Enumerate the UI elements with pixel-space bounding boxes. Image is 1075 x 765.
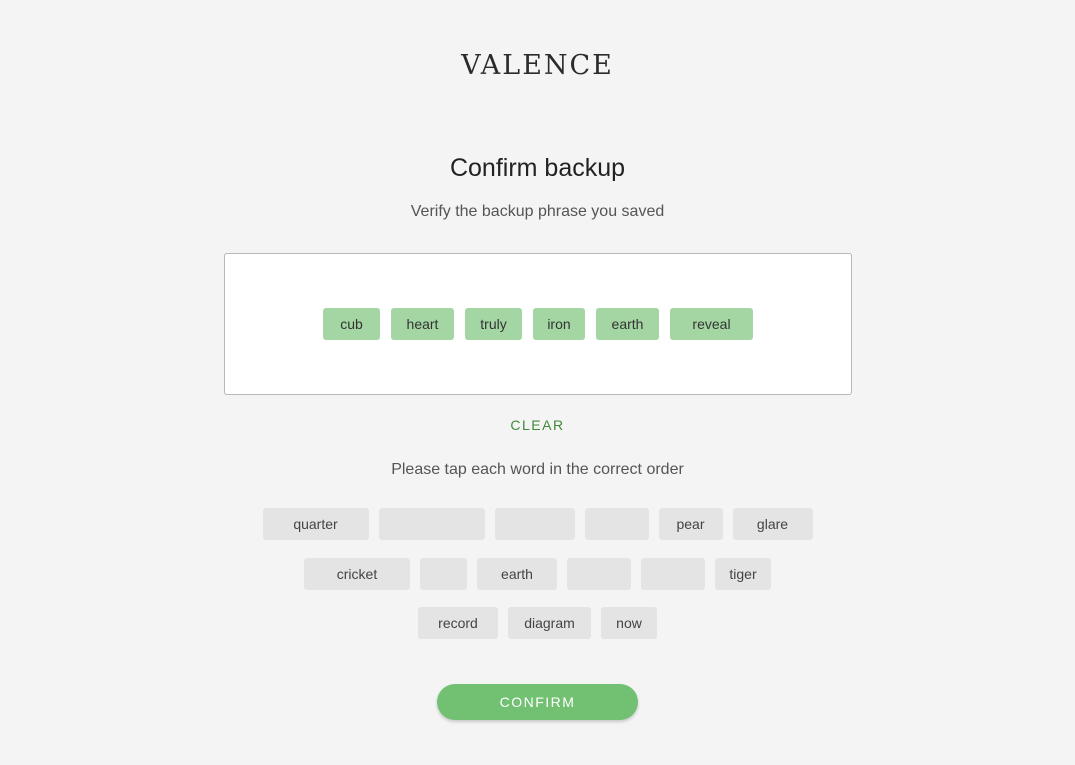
word-pool-chip[interactable]: record (418, 607, 498, 639)
word-pool-chip[interactable]: tiger (715, 558, 771, 590)
selected-word-chip[interactable]: reveal (670, 308, 753, 340)
word-pool-chip-empty (378, 508, 485, 540)
word-pool-chip[interactable]: quarter (262, 508, 369, 540)
word-pool-chip-empty (567, 558, 631, 590)
app-logo: VALENCE (461, 50, 614, 81)
instruction-text: Please tap each word in the correct orde… (391, 461, 684, 478)
word-pool-chip[interactable]: earth (477, 558, 557, 590)
word-pool-chip-empty (641, 558, 705, 590)
selected-phrase-box: cub heart truly iron earth reveal (224, 253, 852, 395)
page-subtitle: Verify the backup phrase you saved (410, 203, 665, 220)
selected-word-chip[interactable]: cub (323, 308, 380, 340)
word-pool-row: quarter pear glare (0, 508, 1075, 540)
word-pool-chip-empty (584, 508, 649, 540)
selected-word-chip[interactable]: earth (596, 308, 659, 340)
word-pool-chip[interactable]: cricket (304, 558, 410, 590)
clear-container: CLEAR (0, 417, 1075, 435)
word-pool-chip[interactable]: now (601, 607, 657, 639)
selected-word-chip[interactable]: heart (391, 308, 454, 340)
word-pool-chip[interactable]: pear (658, 508, 723, 540)
word-pool-row: record diagram now (0, 607, 1075, 639)
confirm-button[interactable]: CONFIRM (437, 684, 638, 720)
selected-word-chip[interactable]: truly (465, 308, 522, 340)
selected-word-chip[interactable]: iron (533, 308, 585, 340)
page-title: Confirm backup (449, 154, 626, 182)
clear-button[interactable]: CLEAR (510, 417, 564, 433)
word-pool-row: cricket earth tiger (0, 558, 1075, 590)
word-pool-chip-empty (420, 558, 467, 590)
word-pool-chip-empty (494, 508, 575, 540)
word-pool-chip[interactable]: diagram (508, 607, 591, 639)
word-pool-chip[interactable]: glare (732, 508, 813, 540)
